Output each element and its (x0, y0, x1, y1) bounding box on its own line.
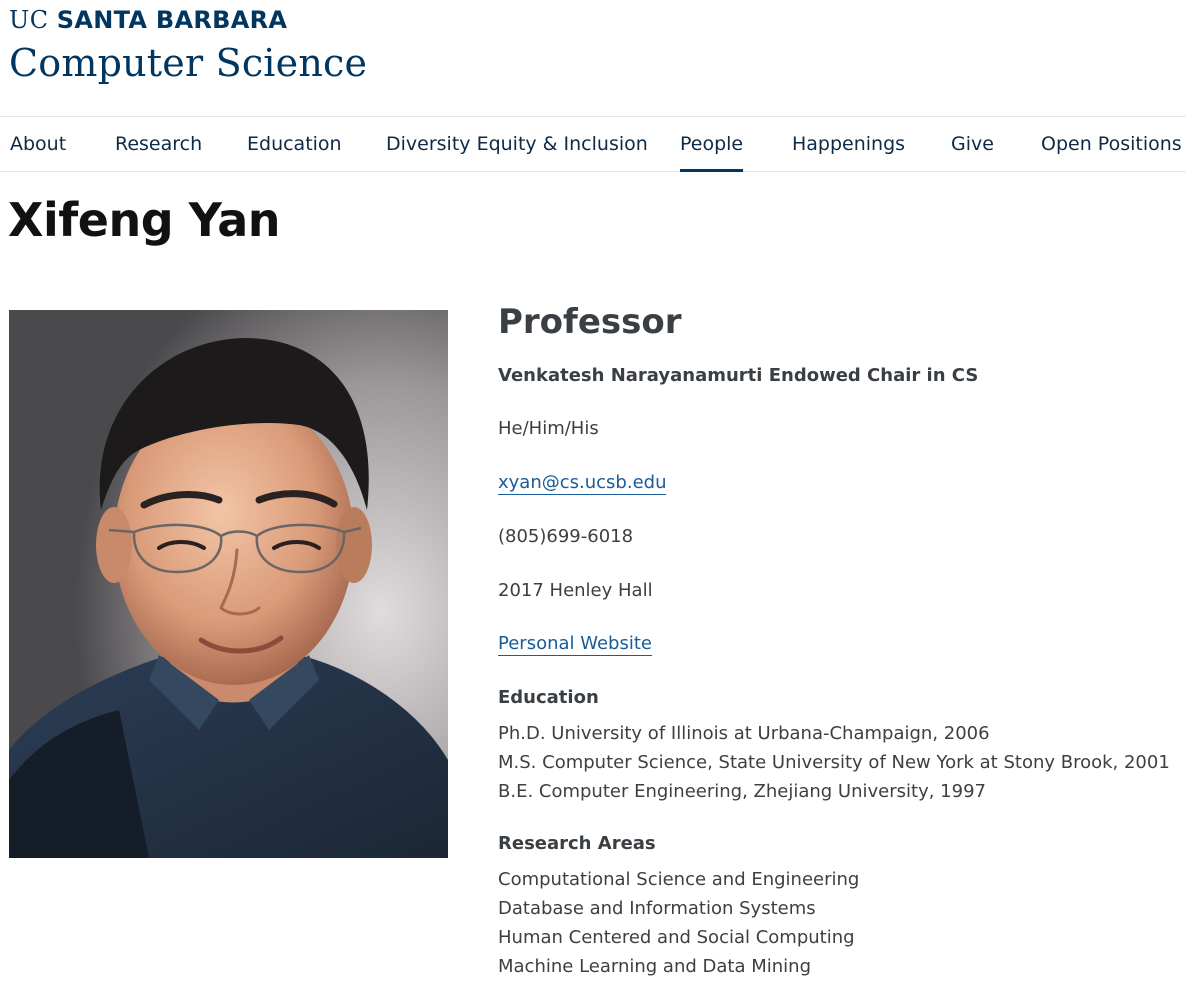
profile-photo (9, 310, 448, 858)
education-list: Ph.D. University of Illinois at Urbana-C… (498, 719, 1170, 806)
nav-item-about[interactable]: About (10, 132, 66, 156)
nav-item-research[interactable]: Research (115, 132, 202, 156)
website-row: Personal Website (498, 632, 652, 656)
nav-item-diversity[interactable]: Diversity Equity & Inclusion (386, 132, 648, 156)
office-location: 2017 Henley Hall (498, 580, 653, 601)
email-row: xyan@cs.ucsb.edu (498, 471, 667, 495)
nav-item-education[interactable]: Education (247, 132, 342, 156)
research-areas-heading: Research Areas (498, 833, 656, 854)
research-area-item: Machine Learning and Data Mining (498, 956, 811, 977)
nav-item-happenings[interactable]: Happenings (792, 132, 905, 156)
wordmark-uc: UC (9, 6, 49, 34)
research-area-item: Computational Science and Engineering (498, 869, 860, 890)
university-wordmark: UC SANTA BARBARA (9, 6, 367, 34)
research-areas-list: Computational Science and Engineering Da… (498, 865, 859, 981)
phone-number: (805)699-6018 (498, 526, 634, 547)
endowed-chair: Venkatesh Narayanamurti Endowed Chair in… (498, 365, 979, 386)
research-area-item: Human Centered and Social Computing (498, 927, 855, 948)
education-item: B.E. Computer Engineering, Zhejiang Univ… (498, 781, 986, 802)
main-nav: About Research Education Diversity Equit… (0, 116, 1186, 172)
research-area-item: Database and Information Systems (498, 898, 816, 919)
page-title: Xifeng Yan (8, 193, 281, 247)
personal-website-link[interactable]: Personal Website (498, 633, 652, 656)
nav-item-people[interactable]: People (680, 132, 744, 172)
pronouns: He/Him/His (498, 418, 599, 439)
profile-photo-illustration (9, 310, 448, 858)
department-name: Computer Science (9, 41, 368, 85)
education-item: Ph.D. University of Illinois at Urbana-C… (498, 723, 990, 744)
profile-title: Professor (498, 302, 682, 342)
email-link[interactable]: xyan@cs.ucsb.edu (498, 472, 667, 495)
education-item: M.S. Computer Science, State University … (498, 752, 1170, 773)
nav-item-give[interactable]: Give (951, 132, 994, 156)
wordmark-santa-barbara: SANTA BARBARA (56, 6, 288, 34)
nav-item-open-positions[interactable]: Open Positions (1041, 132, 1182, 156)
education-heading: Education (498, 687, 599, 708)
site-logo[interactable]: UC SANTA BARBARA Computer Science (9, 6, 367, 85)
